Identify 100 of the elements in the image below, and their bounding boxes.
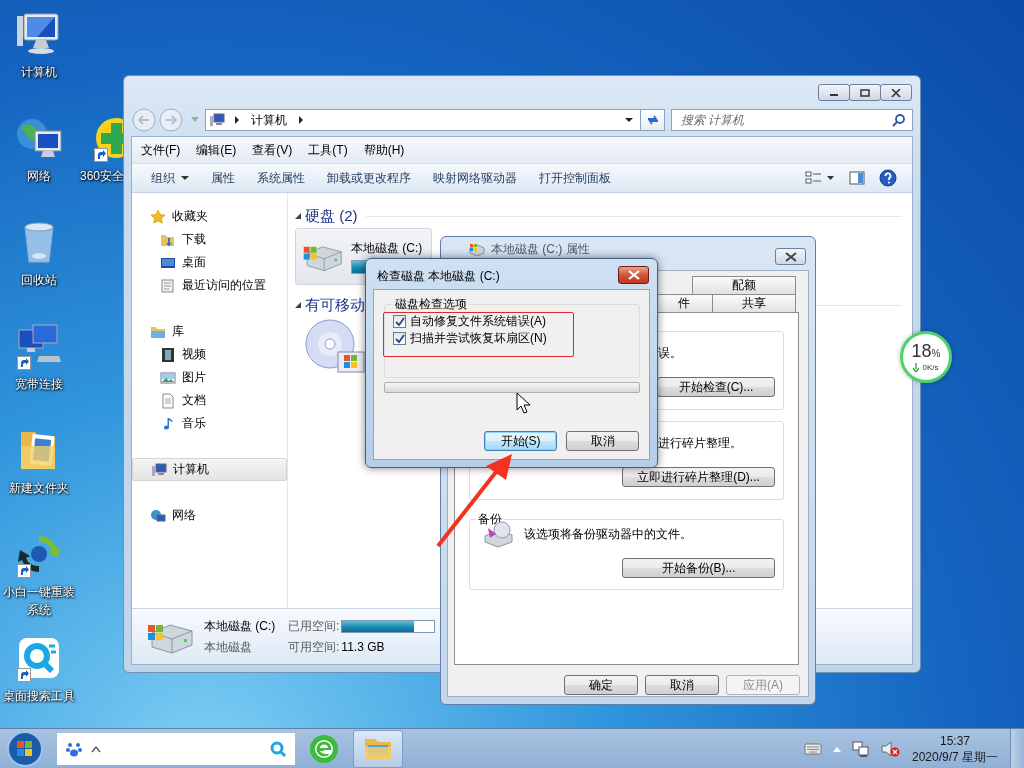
clock-date: 2020/9/7 星期一 (911, 748, 998, 765)
caret-up-icon[interactable] (91, 744, 101, 753)
tab[interactable]: 配额 (692, 276, 796, 294)
preview-pane-icon (849, 170, 865, 186)
search-field[interactable] (57, 732, 295, 765)
nav-item[interactable]: 计算机 (132, 458, 287, 481)
group-label: 磁盘检查选项 (394, 296, 468, 313)
toolbar-button[interactable]: 系统属性 (246, 166, 316, 190)
action-button[interactable]: 立即进行碎片整理(D)... (622, 467, 775, 487)
close-icon (627, 270, 640, 280)
dialog-button[interactable]: 确定 (564, 675, 638, 695)
dialog-button[interactable]: 取消 (566, 431, 639, 451)
toolbar-button[interactable]: 映射网络驱动器 (422, 166, 528, 190)
refresh-button[interactable] (641, 109, 665, 131)
action-button[interactable]: 开始检查(C)... (657, 377, 775, 397)
address-field[interactable]: 计算机 (204, 109, 642, 131)
nav-item[interactable]: 网络 (132, 504, 287, 527)
computer-icon (208, 112, 225, 128)
nav-item[interactable]: 桌面 (132, 251, 287, 274)
drive-name: 本地磁盘 (C:) (204, 617, 277, 635)
drive-type: 本地磁盘 (204, 638, 253, 656)
checkbox[interactable] (393, 315, 406, 328)
computer-icon (151, 461, 167, 478)
network-icon[interactable] (851, 739, 870, 758)
description-text: 误。 (658, 344, 682, 362)
breadcrumb-item[interactable]: 计算机 (248, 111, 289, 129)
description-text: 该选项将备份驱动器中的文件。 (524, 525, 692, 543)
menu-item[interactable]: 编辑(E) (188, 140, 245, 160)
close-button[interactable] (880, 84, 912, 101)
refresh-icon (645, 113, 660, 127)
show-desktop-button[interactable] (1010, 728, 1024, 768)
percent-value: 18 (911, 342, 932, 360)
menu-item[interactable]: 帮助(H) (355, 140, 413, 160)
field-label: 可用空间: (288, 638, 340, 656)
toolbar-button[interactable]: 卸载或更改程序 (316, 166, 422, 190)
desktop-icon-label[interactable]: 回收站 (1, 271, 77, 289)
search-icon (892, 113, 906, 127)
desktop-icon-label[interactable]: 360安全 (80, 167, 125, 185)
network-speed: 0K/s (922, 363, 939, 372)
speaker-icon[interactable] (879, 739, 900, 758)
window-title: 本地磁盘 (C:) 属性 (491, 242, 590, 256)
close-icon (891, 88, 901, 97)
nav-item[interactable]: 最近访问的位置 (132, 274, 287, 297)
group-header[interactable]: 有可移动 (305, 295, 365, 315)
action-button[interactable]: 开始备份(B)... (622, 558, 775, 578)
collapse-triangle-icon[interactable] (294, 212, 302, 220)
close-button[interactable] (618, 266, 649, 284)
drive-icon (469, 242, 485, 256)
toolbar-button[interactable]: 打开控制面板 (528, 166, 622, 190)
toolbar-button[interactable]: 属性 (200, 166, 246, 190)
maximize-icon (860, 88, 870, 97)
browser-icon (308, 732, 340, 765)
description-text: 进行碎片整理。 (658, 434, 742, 452)
checkbox-label[interactable]: 自动修复文件系统错误(A) (410, 313, 546, 330)
field-label: 已用空间: (288, 617, 340, 635)
drive-name: 本地磁盘 (C:) (351, 239, 424, 257)
close-button[interactable] (775, 248, 806, 265)
nav-item[interactable]: 音乐 (132, 412, 287, 435)
nav-item[interactable]: 库 (132, 320, 287, 343)
menu-item[interactable]: 工具(T) (300, 140, 356, 160)
nav-item[interactable]: 下载 (132, 228, 287, 251)
toolbar-button[interactable]: 组织 (140, 166, 200, 190)
clock-time: 15:37 (938, 732, 971, 749)
down-arrow-icon (913, 363, 920, 372)
tab[interactable]: 件 (655, 294, 713, 312)
keyboard-icon[interactable] (803, 742, 822, 755)
group-header[interactable]: 硬盘 (2) (305, 206, 358, 226)
checkbox[interactable] (393, 332, 406, 345)
close-icon (784, 251, 797, 262)
percent-sign: % (931, 348, 941, 361)
desktop-icon-label[interactable]: 网络 (1, 167, 77, 185)
nav-item[interactable]: 文档 (132, 389, 287, 412)
film-icon (160, 346, 176, 363)
mouse-cursor-icon (516, 392, 530, 414)
document-list-icon (160, 277, 176, 294)
document-icon (160, 392, 176, 409)
free-space-value: 11.3 GB (341, 640, 386, 654)
checkbox-label[interactable]: 扫描并尝试恢复坏扇区(N) (410, 330, 547, 347)
menu-item[interactable]: 文件(F) (133, 140, 189, 160)
nav-item[interactable]: 视频 (132, 343, 287, 366)
menu-item[interactable]: 查看(V) (244, 140, 301, 160)
tab[interactable]: 共享 (712, 294, 796, 312)
star-icon (150, 208, 166, 225)
picture-icon (160, 369, 176, 386)
maximize-button[interactable] (849, 84, 881, 101)
minimize-button[interactable] (818, 84, 850, 101)
windows-logo-icon (6, 729, 44, 768)
collapse-triangle-icon[interactable] (294, 301, 302, 309)
nav-item[interactable]: 收藏夹 (132, 205, 287, 228)
cd-drive-icon (302, 317, 366, 374)
help-icon (879, 169, 897, 187)
caret-icon (181, 175, 189, 181)
desktop-icon-label[interactable]: 计算机 (1, 63, 77, 81)
nav-item[interactable]: 图片 (132, 366, 287, 389)
search-field[interactable]: 搜索 计算机 (671, 109, 913, 131)
search-tool-icon[interactable] (269, 739, 287, 758)
dialog-button[interactable]: 开始(S) (484, 431, 557, 451)
dropdown-caret-icon[interactable] (624, 115, 635, 125)
dialog-button[interactable]: 取消 (645, 675, 719, 695)
clock[interactable]: 15:37 2020/9/7 星期一 (911, 732, 998, 765)
